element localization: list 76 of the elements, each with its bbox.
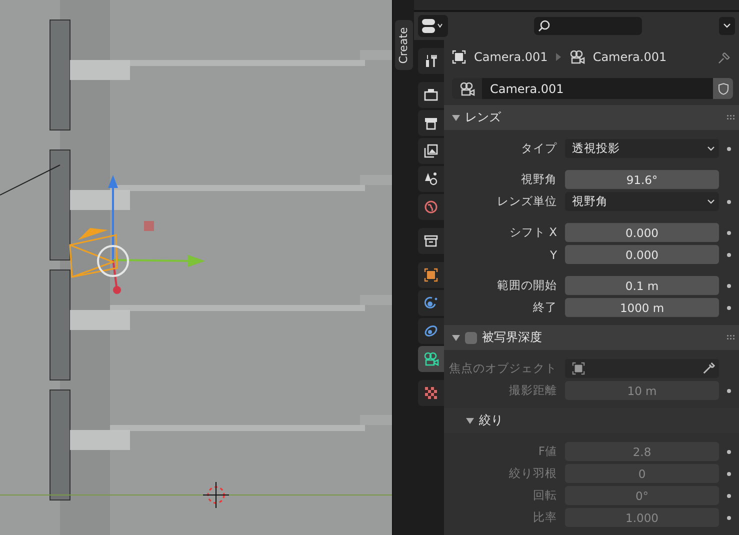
- checker-icon: [424, 386, 438, 400]
- number-field[interactable]: 0.1 m: [565, 276, 719, 296]
- property-label: Y: [548, 248, 558, 262]
- camera-icon: [423, 352, 439, 366]
- panel-header[interactable]: レンズ: [444, 105, 739, 130]
- orbit-icon: [424, 296, 438, 310]
- cone-sphere-icon: [424, 172, 438, 186]
- number-field[interactable]: 91.6°: [565, 170, 719, 190]
- property-label: 視野角: [520, 172, 558, 188]
- globe-icon: [424, 200, 438, 214]
- datablock-browse-button[interactable]: [452, 78, 482, 100]
- object-square-icon: [452, 50, 466, 64]
- property-label: 焦点のオブジェクト: [448, 361, 558, 376]
- property-label: 終了: [532, 300, 558, 316]
- properties-tab[interactable]: [418, 48, 444, 74]
- shield-icon: [718, 82, 728, 95]
- datablock-name-field[interactable]: Camera.001: [482, 78, 713, 100]
- properties-tab[interactable]: [418, 318, 444, 344]
- checkbox[interactable]: [465, 332, 477, 344]
- dropdown-field[interactable]: 視野角: [565, 192, 719, 212]
- object-square-icon: [572, 362, 585, 376]
- search-field[interactable]: [534, 17, 642, 35]
- panel-title: 絞り: [479, 412, 503, 430]
- chevron-down-icon: [707, 146, 715, 152]
- options-dropdown-button[interactable]: [719, 17, 735, 35]
- images-icon: [424, 144, 438, 158]
- wrench-icon: [424, 54, 438, 68]
- breadcrumb-label: Camera.001: [474, 50, 548, 64]
- properties-tab[interactable]: [418, 228, 444, 254]
- property-label: 撮影距離: [508, 383, 558, 398]
- printer-camera-icon: [424, 88, 438, 102]
- properties-tab[interactable]: [418, 110, 444, 136]
- properties-tab[interactable]: [418, 290, 444, 316]
- drag-grip-icon[interactable]: [727, 334, 735, 341]
- breadcrumb-label: Camera.001: [592, 50, 667, 64]
- search-icon: [538, 20, 550, 32]
- sidebar-tab[interactable]: Create: [394, 20, 412, 70]
- breadcrumb-arrow-icon: [556, 53, 561, 62]
- panel-title: 被写界深度: [482, 329, 542, 346]
- number-field[interactable]: 1000 m: [565, 298, 719, 318]
- camera-icon: [568, 50, 585, 64]
- property-label: 比率: [532, 510, 558, 526]
- camera-icon: [459, 82, 475, 96]
- properties-tab[interactable]: [418, 82, 444, 108]
- toggle-icon: [422, 19, 444, 33]
- property-label: レンズ単位: [496, 194, 558, 210]
- disclosure-triangle-icon[interactable]: [452, 334, 460, 342]
- properties-tab[interactable]: [418, 138, 444, 164]
- panel-header[interactable]: 被写界深度: [444, 325, 739, 350]
- property-label: 範囲の開始: [496, 278, 558, 294]
- property-label: 絞り羽根: [508, 466, 558, 482]
- chevron-down-icon: [707, 198, 715, 205]
- fake-user-button[interactable]: [713, 78, 733, 100]
- dropdown-field[interactable]: 透視投影: [565, 139, 719, 158]
- properties-tab[interactable]: [418, 194, 444, 220]
- orbit-ring-icon: [424, 324, 438, 338]
- number-field[interactable]: 0.000: [565, 245, 719, 264]
- box-icon: [424, 234, 438, 248]
- number-field[interactable]: 0.000: [565, 223, 719, 242]
- panel-title: レンズ: [465, 109, 501, 126]
- property-label: シフト X: [508, 225, 558, 240]
- properties-tab[interactable]: [418, 346, 444, 372]
- disclosure-triangle-icon[interactable]: [466, 416, 474, 425]
- properties-tab[interactable]: [418, 380, 444, 406]
- editor-type-button[interactable]: [418, 15, 448, 37]
- 3d-viewport-drawing[interactable]: [0, 0, 392, 535]
- property-label: 回転: [532, 488, 558, 504]
- square-icon: [424, 268, 438, 282]
- properties-tab[interactable]: [418, 262, 444, 288]
- property-label: F値: [537, 444, 558, 460]
- drag-grip-icon[interactable]: [727, 114, 735, 121]
- property-label: タイプ: [520, 141, 558, 156]
- chevron-down-icon: [723, 23, 731, 29]
- printer-icon: [424, 116, 438, 130]
- properties-tab[interactable]: [418, 166, 444, 192]
- disclosure-triangle-icon[interactable]: [452, 114, 460, 122]
